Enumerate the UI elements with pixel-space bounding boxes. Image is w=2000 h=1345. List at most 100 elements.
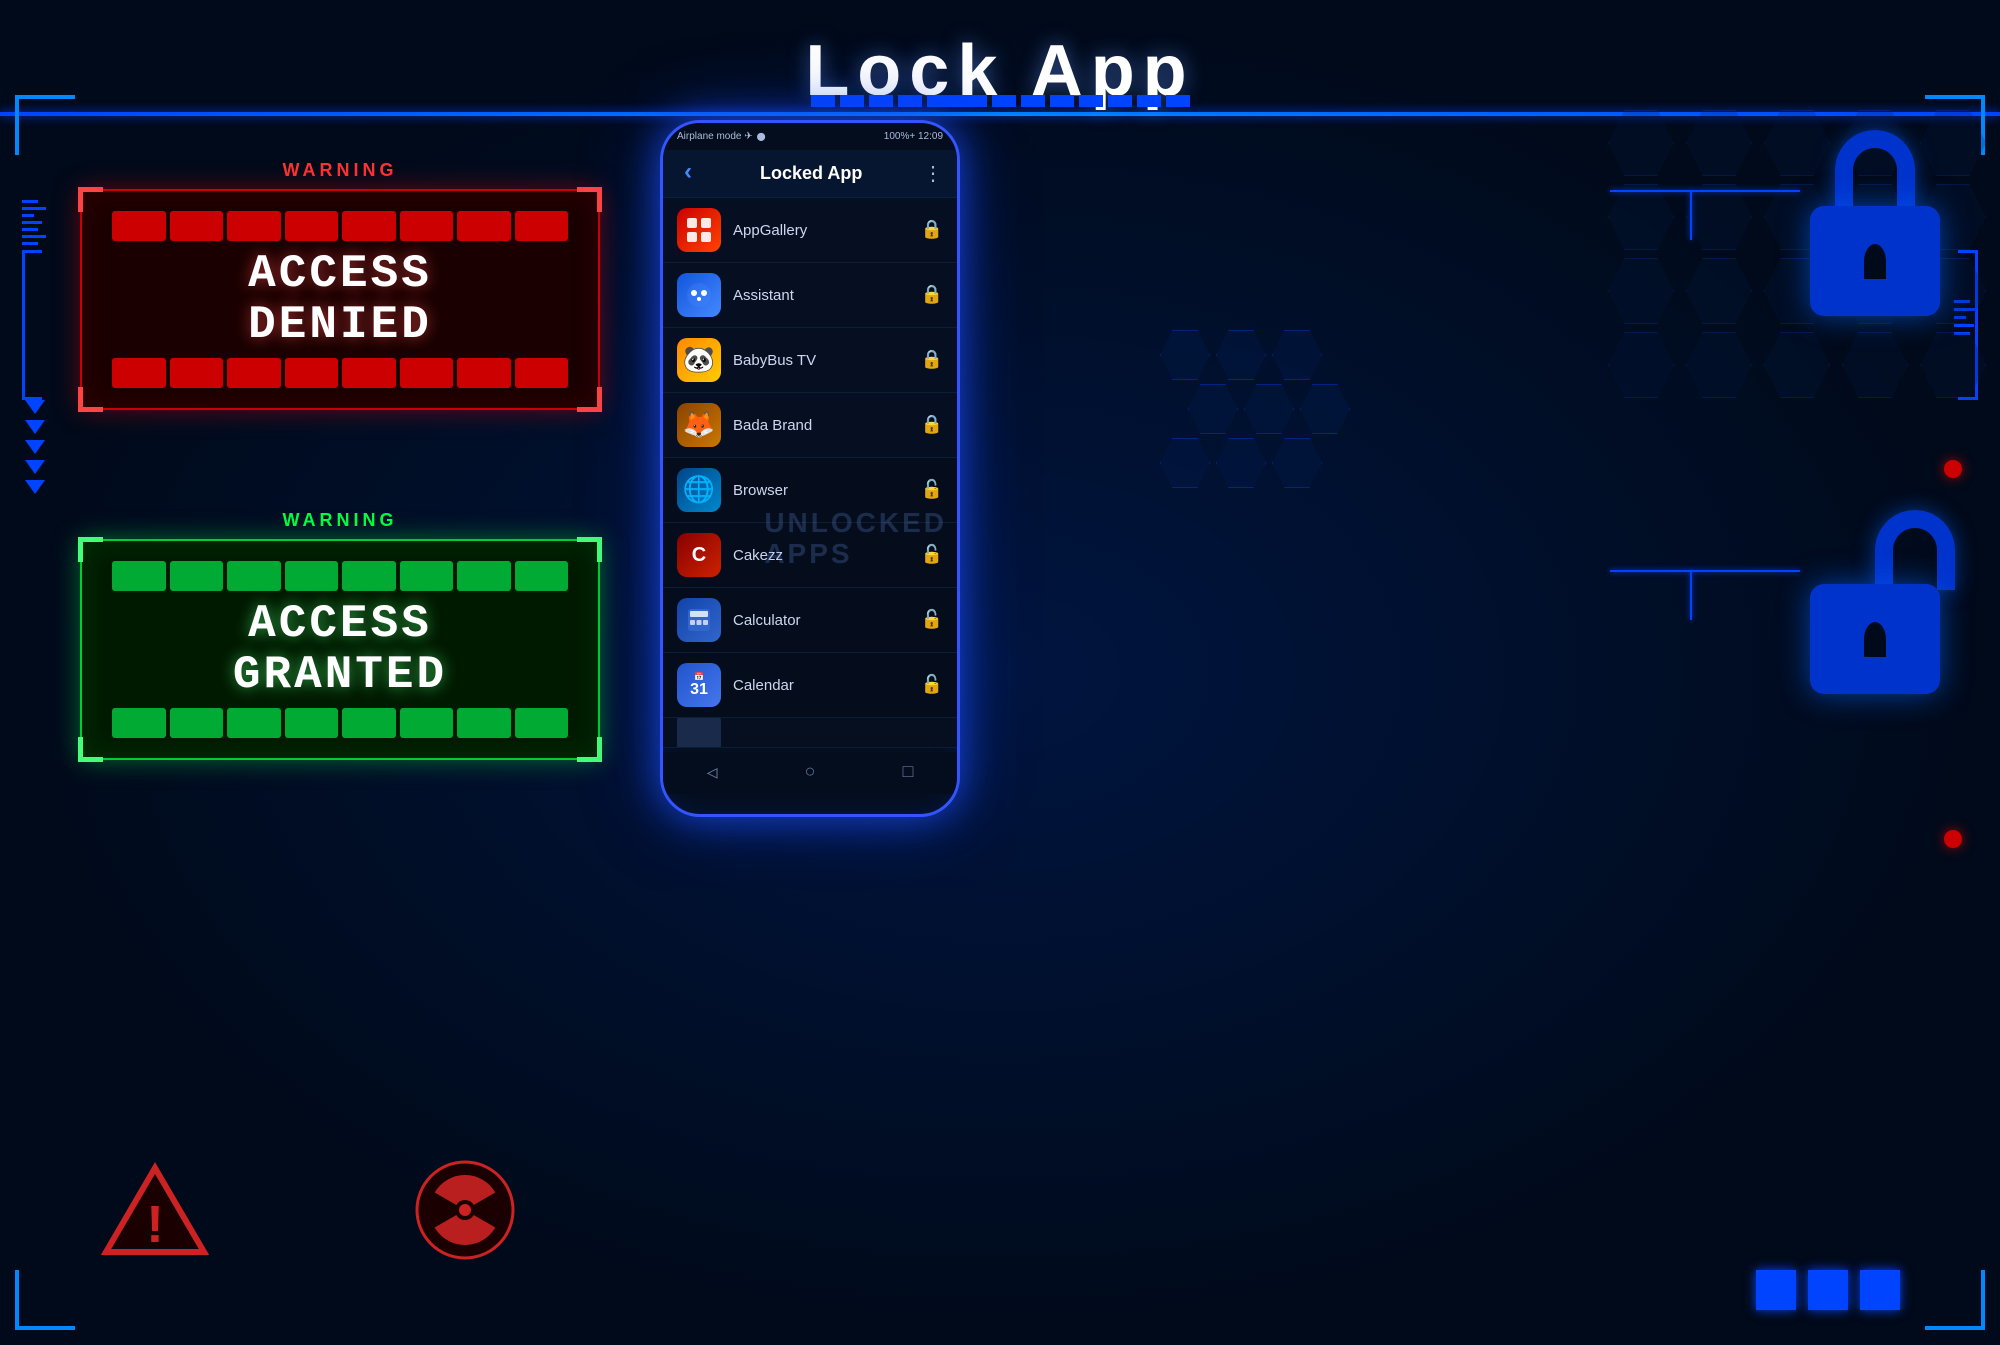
warning-label-denied: WARNING bbox=[80, 160, 600, 181]
babybus-lock-toggle[interactable]: 🔒 bbox=[921, 349, 943, 371]
strip-block bbox=[840, 95, 864, 107]
access-denied-section: WARNING ACCESS DENIED bbox=[80, 160, 600, 410]
bottom-indicators bbox=[1756, 1270, 1900, 1310]
access-denied-text: ACCESS DENIED bbox=[112, 249, 568, 350]
camera-icon: ⬤ bbox=[757, 132, 766, 141]
banner-stripes-bottom bbox=[112, 358, 568, 388]
corner-tl bbox=[15, 95, 75, 155]
calendar-lock-toggle[interactable]: 🔓 bbox=[921, 674, 943, 696]
appgallery-icon bbox=[677, 208, 721, 252]
phone-mockup: Airplane mode ✈ ⬤ 100%+ 12:09 ‹ Locked A… bbox=[660, 120, 960, 817]
babybus-label: BabyBus TV bbox=[733, 352, 921, 369]
access-granted-section: WARNING ACCESS GRANTED bbox=[80, 510, 600, 760]
lock-shackle-open bbox=[1875, 510, 1955, 590]
app-item-assistant[interactable]: Assistant 🔒 bbox=[663, 263, 957, 328]
lock-body-closed bbox=[1810, 206, 1940, 316]
app-item-calculator[interactable]: Calculator 🔓 bbox=[663, 588, 957, 653]
arrow-down bbox=[25, 420, 45, 434]
airplane-mode-text: Airplane mode ✈ bbox=[677, 131, 753, 142]
strip-block bbox=[1021, 95, 1045, 107]
strip-block bbox=[811, 95, 835, 107]
calculator-lock-toggle[interactable]: 🔓 bbox=[921, 609, 943, 631]
radiation-icon bbox=[410, 1155, 520, 1265]
status-left: Airplane mode ✈ ⬤ bbox=[677, 131, 766, 142]
strip-block bbox=[1079, 95, 1103, 107]
strip-block bbox=[1166, 95, 1190, 107]
arrow-down bbox=[25, 480, 45, 494]
banner-corner-br bbox=[577, 387, 602, 412]
banner-corner-bl bbox=[78, 737, 103, 762]
hex-grid-center bbox=[1160, 330, 1360, 530]
strip-block bbox=[1108, 95, 1132, 107]
app-item-partial bbox=[663, 718, 957, 748]
corner-br bbox=[1925, 1270, 1985, 1330]
deco-line-h bbox=[1690, 570, 1800, 572]
side-bracket-left bbox=[22, 250, 42, 400]
cakezz-icon: C bbox=[677, 533, 721, 577]
deco-line-h2 bbox=[1610, 190, 1690, 192]
babybus-icon: 🐼 bbox=[677, 338, 721, 382]
status-right: 100%+ 12:09 bbox=[884, 131, 943, 142]
lock-open-icon bbox=[1810, 510, 1940, 694]
strip-block bbox=[992, 95, 1016, 107]
corner-bl bbox=[15, 1270, 75, 1330]
access-denied-line1: ACCESS bbox=[112, 249, 568, 300]
banner-corner-tl bbox=[78, 187, 103, 212]
deco-line-v bbox=[1690, 570, 1692, 620]
bada-lock-toggle[interactable]: 🔒 bbox=[921, 414, 943, 436]
red-dot-2 bbox=[1944, 830, 1962, 848]
access-denied-line2: DENIED bbox=[112, 300, 568, 351]
appgallery-lock-toggle[interactable]: 🔒 bbox=[921, 219, 943, 241]
banner-corner-br bbox=[577, 737, 602, 762]
top-strip-decoration bbox=[200, 95, 1800, 107]
triangle-svg: ! bbox=[100, 1160, 210, 1260]
lock-shackle-closed bbox=[1835, 130, 1915, 210]
banner-stripes-top bbox=[112, 211, 568, 241]
h-ticks-left bbox=[22, 200, 46, 245]
calendar-label: Calendar bbox=[733, 677, 921, 694]
warning-label-granted: WARNING bbox=[80, 510, 600, 531]
app-item-babybus[interactable]: 🐼 BabyBus TV 🔒 bbox=[663, 328, 957, 393]
phone-screen-title: Locked App bbox=[760, 163, 862, 184]
banner-corner-tr bbox=[577, 187, 602, 212]
assistant-lock-toggle[interactable]: 🔒 bbox=[921, 284, 943, 306]
indicator-square-1 bbox=[1756, 1270, 1796, 1310]
banner-stripes-top bbox=[112, 561, 568, 591]
app-item-bada[interactable]: 🦊 Bada Brand 🔒 bbox=[663, 393, 957, 458]
lock-closed-icon bbox=[1810, 130, 1940, 316]
assistant-icon bbox=[677, 273, 721, 317]
red-dot-1 bbox=[1944, 460, 1962, 478]
app-item-appgallery[interactable]: AppGallery 🔒 bbox=[663, 198, 957, 263]
browser-icon: 🌐 bbox=[677, 468, 721, 512]
bada-label: Bada Brand bbox=[733, 417, 921, 434]
access-granted-line2: GRANTED bbox=[112, 650, 568, 701]
back-button[interactable]: ‹ bbox=[677, 160, 699, 187]
nav-home-button[interactable]: ○ bbox=[805, 763, 816, 783]
banner-corner-tl bbox=[78, 537, 103, 562]
lock-keyhole bbox=[1864, 244, 1886, 279]
calculator-label: Calculator bbox=[733, 612, 921, 629]
app-list: LOCKED APPS AppGallery 🔒 bbox=[663, 198, 957, 748]
appgallery-label: AppGallery bbox=[733, 222, 921, 239]
nav-recent-button[interactable]: □ bbox=[903, 763, 914, 783]
indicator-square-2 bbox=[1808, 1270, 1848, 1310]
warning-triangle-icon: ! bbox=[100, 1160, 210, 1260]
status-bar: Airplane mode ✈ ⬤ 100%+ 12:09 bbox=[663, 123, 957, 150]
banner-corner-tr bbox=[577, 537, 602, 562]
access-granted-text: ACCESS GRANTED bbox=[112, 599, 568, 700]
bada-icon: 🦊 bbox=[677, 403, 721, 447]
arrow-down bbox=[25, 440, 45, 454]
browser-lock-toggle[interactable]: 🔓 bbox=[921, 479, 943, 501]
strip-block bbox=[869, 95, 893, 107]
svg-text:!: ! bbox=[146, 1196, 163, 1254]
deco-line-v bbox=[1690, 190, 1692, 240]
menu-button[interactable]: ⋮ bbox=[923, 161, 943, 187]
banner-corner-bl bbox=[78, 387, 103, 412]
vertical-arrows-left bbox=[25, 400, 45, 494]
access-denied-banner: ACCESS DENIED bbox=[80, 189, 600, 410]
app-item-calendar[interactable]: 📅 31 Calendar 🔓 bbox=[663, 653, 957, 718]
lock-body-open bbox=[1810, 584, 1940, 694]
browser-label: Browser bbox=[733, 482, 921, 499]
strip-block bbox=[1137, 95, 1161, 107]
nav-back-button[interactable]: ◁ bbox=[707, 762, 718, 784]
